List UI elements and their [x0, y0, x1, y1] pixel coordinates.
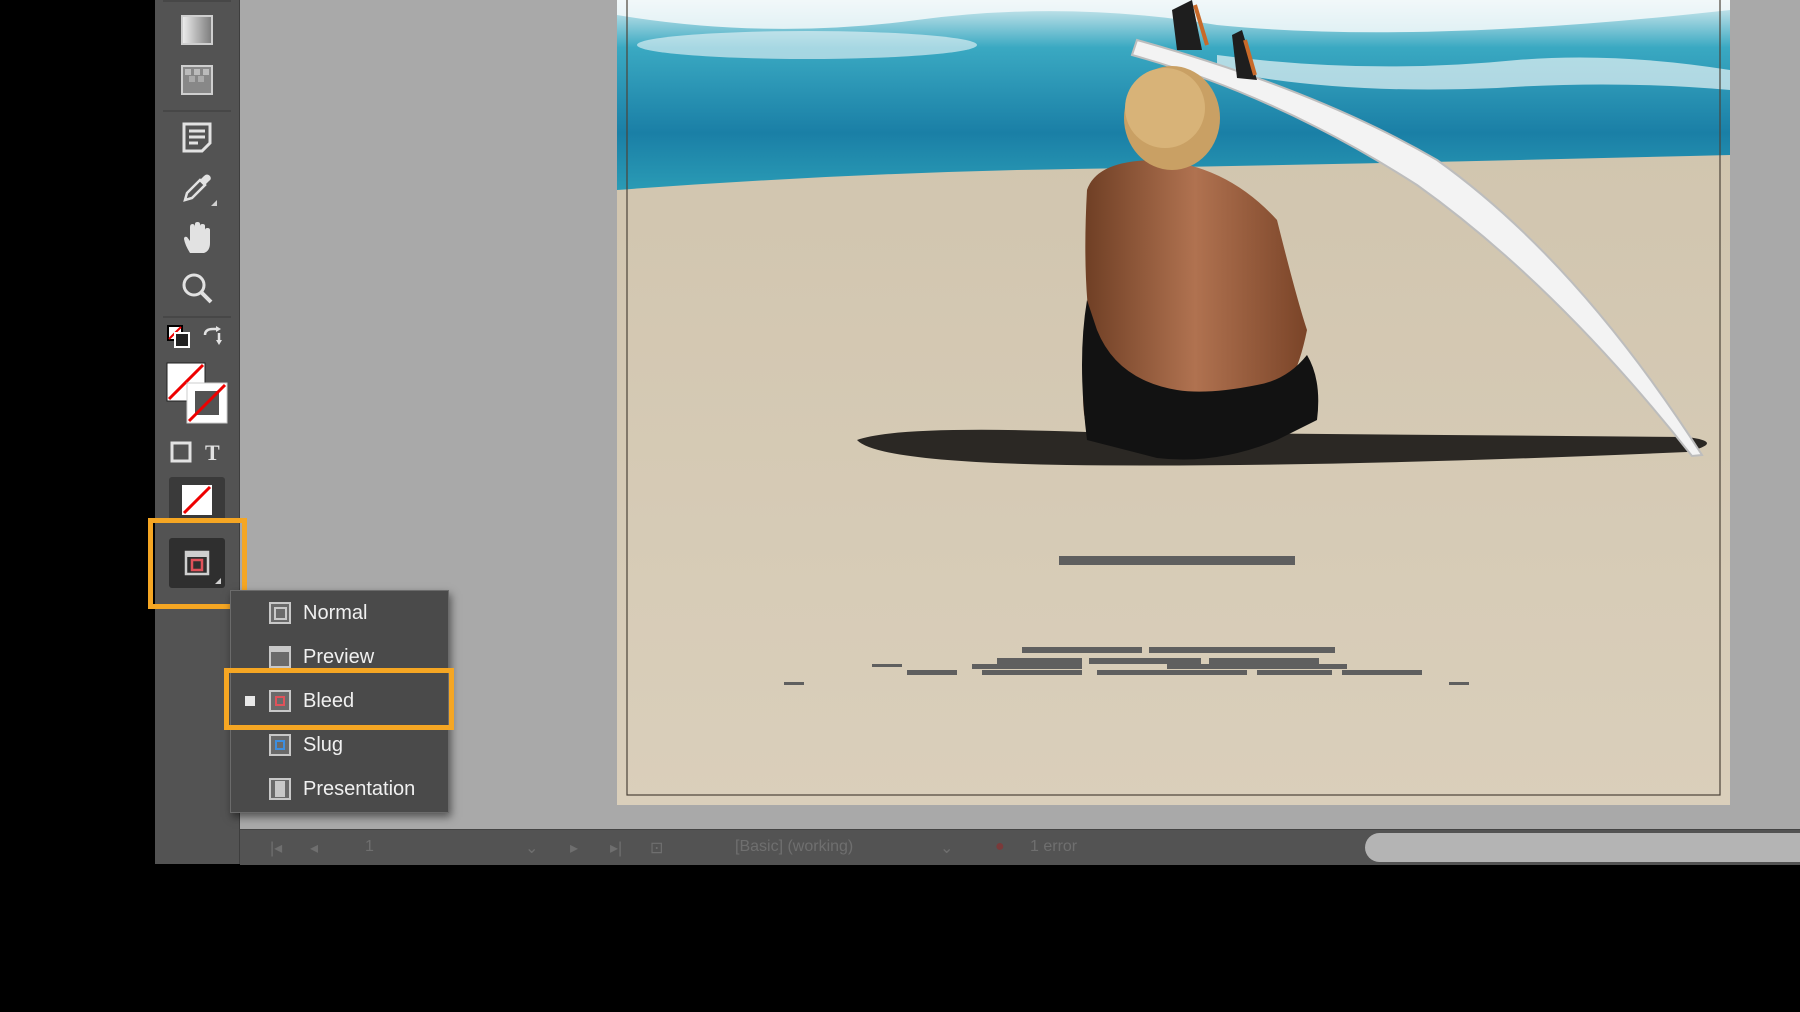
- page-dropdown-icon[interactable]: ⌄: [525, 838, 538, 858]
- horizontal-scrollbar[interactable]: [1365, 833, 1800, 862]
- tool-separator: [163, 0, 231, 2]
- tool-separator: [163, 316, 231, 318]
- menu-item-presentation[interactable]: Presentation: [231, 767, 448, 811]
- profile-dropdown-icon[interactable]: ⌄: [940, 838, 953, 858]
- first-page-icon[interactable]: |◂: [270, 838, 282, 858]
- menu-item-label: Normal: [303, 601, 368, 624]
- formatting-text-icon[interactable]: T: [197, 430, 229, 474]
- document-page[interactable]: [617, 0, 1730, 805]
- menu-item-normal[interactable]: Normal: [231, 591, 448, 635]
- menu-item-label: Presentation: [303, 777, 416, 800]
- default-fill-stroke-icon[interactable]: [163, 320, 195, 354]
- previous-page-icon[interactable]: ◂: [310, 838, 318, 858]
- svg-text:T: T: [205, 441, 220, 463]
- open-page-icon[interactable]: ⊡: [650, 838, 663, 858]
- hand-icon[interactable]: [173, 216, 221, 260]
- preview-mode-icon: [269, 646, 291, 668]
- swap-fill-stroke-icon[interactable]: [197, 320, 229, 354]
- preflight-profile[interactable]: [Basic] (working): [735, 838, 853, 856]
- pasteboard[interactable]: [240, 0, 1800, 829]
- normal-mode-icon: [269, 602, 291, 624]
- formatting-container-icon[interactable]: [165, 430, 197, 474]
- page-number-field[interactable]: 1: [365, 838, 374, 856]
- zoom-icon[interactable]: [173, 266, 221, 310]
- tools-panel: T: [155, 0, 240, 864]
- fill-stroke-swatches[interactable]: [165, 360, 229, 426]
- eyedropper-icon[interactable]: [173, 166, 221, 210]
- presentation-mode-icon: [269, 778, 291, 800]
- bleed-item-highlight: [224, 668, 454, 730]
- next-page-icon[interactable]: ▸: [570, 838, 578, 858]
- error-indicator-icon: ●: [995, 838, 1005, 855]
- note-icon[interactable]: [173, 116, 221, 160]
- flyout-indicator: [211, 200, 217, 206]
- last-page-icon[interactable]: ▸|: [610, 838, 622, 858]
- tool-separator: [163, 110, 231, 112]
- slug-mode-icon: [269, 734, 291, 756]
- gradient-swatch-icon[interactable]: [173, 8, 221, 52]
- error-count[interactable]: 1 error: [1030, 838, 1077, 856]
- menu-item-label: Preview: [303, 645, 375, 668]
- gradient-feather-icon[interactable]: [173, 58, 221, 102]
- menu-item-label: Slug: [303, 733, 344, 756]
- apply-none-icon[interactable]: [169, 477, 225, 523]
- status-bar: |◂ ◂ 1 ⌄ ▸ ▸| ⊡ [Basic] (working) ⌄ ● 1 …: [240, 829, 1800, 865]
- surfer-photo: [617, 0, 1730, 805]
